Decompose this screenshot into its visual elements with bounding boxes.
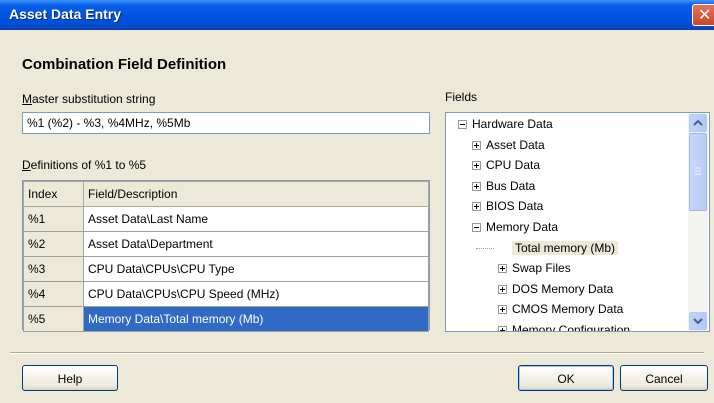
scroll-up-button[interactable] [689,114,707,132]
tree-node-label: BIOS Data [486,199,544,214]
ok-button[interactable]: OK [518,365,614,391]
row-index-cell[interactable]: %1 [23,206,84,232]
tree-node-label: CPU Data [486,158,541,173]
row-index-cell[interactable]: %3 [23,256,84,282]
row-index-cell[interactable]: %2 [23,231,84,257]
table-row[interactable]: %2 Asset Data\Department [23,231,429,257]
row-field-cell[interactable]: CPU Data\CPUs\CPU Type [83,256,429,282]
row-index-cell[interactable]: %5 [23,306,84,332]
definitions-label-accelerator: D [22,158,31,172]
scroll-thumb[interactable] [689,133,707,211]
chevron-up-icon [693,119,703,126]
tree-node[interactable]: Total memory (Mb) [476,238,619,258]
asset-data-entry-dialog: Asset Data Entry ✕ Combination Field Def… [0,0,714,403]
expand-icon[interactable] [472,181,481,191]
tree-node[interactable]: CPU Data [472,155,540,175]
scroll-down-button[interactable] [689,312,707,330]
grid-header-row: Index Field/Description [23,181,429,207]
expand-icon[interactable] [498,326,507,331]
tree-connector [476,247,494,249]
tree-node-label: Total memory (Mb) [512,240,619,255]
chevron-down-icon [693,318,703,325]
fields-label: Fields [445,90,478,104]
tree-node-label: Memory Configuration [512,323,631,332]
tree-node-label: CMOS Memory Data [512,302,624,317]
title-bar[interactable]: Asset Data Entry ✕ [0,0,714,30]
table-row[interactable]: %5 Memory Data\Total memory (Mb) [23,306,429,332]
tree-node-label: Hardware Data [472,117,553,131]
tree-node[interactable]: Asset Data [472,135,545,155]
collapse-icon[interactable] [458,120,467,129]
tree-node[interactable]: Bus Data [472,176,535,196]
tree-node-label: Swap Files [512,261,571,276]
master-substitution-input[interactable]: %1 (%2) - %3, %4MHz, %5Mb [22,112,430,134]
expand-icon[interactable] [498,305,507,315]
definitions-label: Definitions of %1 to %5 [22,158,146,172]
help-button[interactable]: Help [22,365,118,391]
tree-node[interactable]: CMOS Memory Data [498,299,623,319]
master-label-accelerator: M [22,92,32,106]
expand-icon[interactable] [472,202,481,212]
close-button[interactable]: ✕ [692,4,714,26]
table-row[interactable]: %1 Asset Data\Last Name [23,206,429,232]
tree-node[interactable]: DOS Memory Data [498,279,613,299]
master-label-text: aster substitution string [32,92,156,106]
expand-icon[interactable] [498,264,507,274]
expand-icon[interactable] [472,161,481,171]
tree-node[interactable]: BIOS Data [472,196,543,216]
window-title: Asset Data Entry [9,6,122,22]
tree-node[interactable]: Swap Files [498,258,571,278]
tree-node[interactable]: Hardware Data [458,114,553,134]
row-field-cell[interactable]: CPU Data\CPUs\CPU Speed (MHz) [83,281,429,307]
collapse-icon[interactable] [472,223,481,232]
footer-separator [10,352,704,354]
tree-vertical-scrollbar[interactable] [688,113,708,331]
definitions-label-text: efinitions of %1 to %5 [30,158,147,172]
close-icon: ✕ [698,7,712,24]
grip-icon [695,167,701,175]
tree-node-label: Memory Data [486,220,559,234]
tree-node-label: DOS Memory Data [512,281,614,296]
tree-node[interactable]: Memory Configuration [498,320,631,332]
definitions-grid[interactable]: Index Field/Description %1 Asset Data\Las… [22,180,430,332]
row-field-cell[interactable]: Asset Data\Department [83,231,429,257]
expand-icon[interactable] [472,140,481,150]
master-string-label: Master substitution string [22,92,155,106]
row-field-cell[interactable]: Memory Data\Total memory (Mb) [83,306,429,332]
fields-tree[interactable]: Hardware Data Asset Data CPU Data Bus Data B… [445,112,710,332]
expand-icon[interactable] [498,284,507,294]
section-heading: Combination Field Definition [22,56,227,73]
cancel-button[interactable]: Cancel [620,365,708,391]
table-row[interactable]: %4 CPU Data\CPUs\CPU Speed (MHz) [23,281,429,307]
column-header-index[interactable]: Index [23,181,84,207]
row-field-cell[interactable]: Asset Data\Last Name [83,206,429,232]
table-row[interactable]: %3 CPU Data\CPUs\CPU Type [23,256,429,282]
row-index-cell[interactable]: %4 [23,281,84,307]
tree-node-label: Asset Data [486,137,545,152]
tree-node-label: Bus Data [486,178,536,193]
column-header-field[interactable]: Field/Description [83,181,429,207]
tree-node[interactable]: Memory Data [472,217,558,237]
